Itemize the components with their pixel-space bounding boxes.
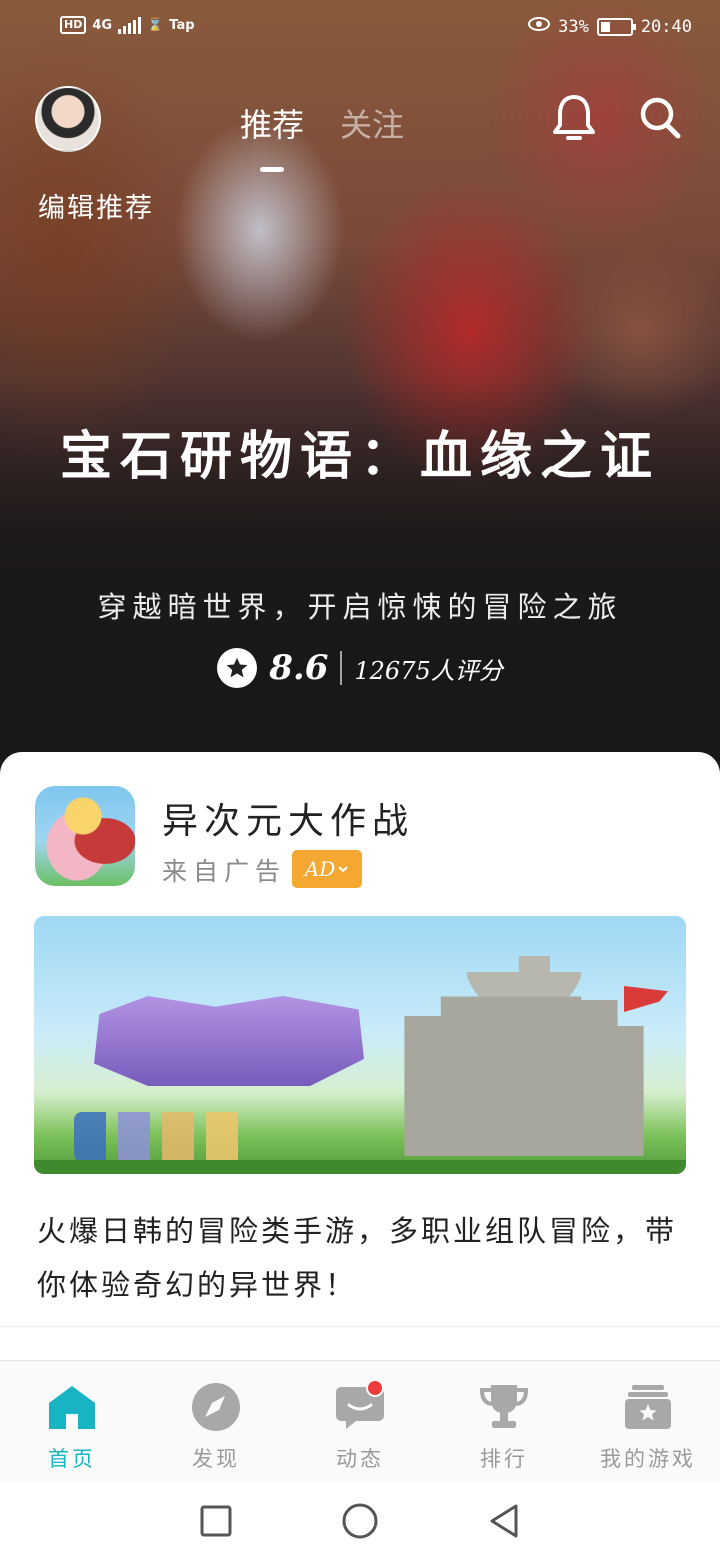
- battery-percent: 33%: [558, 16, 589, 37]
- featured-game-subtitle: 穿越暗世界，开启惊悚的冒险之旅: [97, 590, 623, 624]
- characters-artwork: [74, 1112, 274, 1162]
- user-avatar[interactable]: [35, 86, 101, 152]
- back-button[interactable]: [484, 1501, 524, 1541]
- nav-home[interactable]: 首页: [0, 1361, 144, 1483]
- game-library-icon: [622, 1381, 674, 1433]
- status-right-group: 33% 20:40: [528, 16, 692, 37]
- clock: 20:40: [640, 16, 692, 37]
- nav-ranking-label: 排行: [480, 1447, 528, 1471]
- rating-count: 12675人评分: [354, 656, 503, 685]
- rating-score: 8.6: [269, 648, 329, 688]
- featured-game-rating: 8.6 12675人评分: [0, 648, 720, 688]
- compass-icon: [190, 1381, 242, 1433]
- top-tab-bar: 推荐 关注: [240, 100, 404, 172]
- tab-follow-label: 关注: [340, 106, 405, 144]
- featured-game-title[interactable]: 宝石研物语：血缘之证: [40, 418, 680, 496]
- editor-pick-tag: 编辑推荐: [38, 193, 154, 224]
- hd-indicator: HD: [60, 16, 87, 34]
- nav-feed-label: 动态: [336, 1447, 384, 1471]
- system-navigation-bar: [0, 1482, 720, 1560]
- bottom-nav-bar: 首页 发现 动态 排行 我的游戏: [0, 1360, 720, 1482]
- card-divider: [0, 1326, 720, 1327]
- hourglass-icon: ⌛: [147, 17, 164, 33]
- notification-badge: [366, 1379, 384, 1397]
- home-button[interactable]: [340, 1501, 380, 1541]
- bell-icon: [553, 95, 595, 140]
- tap-indicator: Tap: [169, 17, 195, 33]
- tab-recommend-label: 推荐: [240, 106, 305, 144]
- nav-feed[interactable]: 动态: [288, 1361, 432, 1483]
- ad-source-label: 来自广告: [162, 857, 287, 886]
- status-bar: HD 4G ⌛ Tap 33% 20:40: [0, 0, 720, 58]
- eye-comfort-icon: [528, 16, 551, 37]
- castle-artwork: [404, 956, 644, 1156]
- ad-description: 火爆日韩的冒险类手游，多职业组队冒险，带你体验奇幻的异世界！: [37, 1214, 678, 1302]
- ad-badge-label: AD: [304, 857, 336, 881]
- nav-my-games-label: 我的游戏: [600, 1447, 696, 1471]
- app-name[interactable]: 异次元大作战: [162, 792, 414, 844]
- recents-button[interactable]: [196, 1501, 236, 1541]
- chevron-down-icon: [338, 866, 348, 873]
- battery-icon: [596, 17, 636, 36]
- star-icon: [217, 648, 258, 688]
- signal-icon: [118, 16, 142, 34]
- back-triangle-icon: [490, 1504, 518, 1538]
- nav-discover[interactable]: 发现: [144, 1361, 288, 1483]
- notification-bell-button[interactable]: [550, 92, 598, 144]
- trophy-icon: [478, 1381, 530, 1433]
- game-logo-artwork: [94, 996, 364, 1086]
- ground-artwork: [34, 1160, 686, 1174]
- nav-discover-label: 发现: [192, 1447, 240, 1471]
- flag-artwork: [624, 986, 668, 1012]
- ad-banner-image[interactable]: [34, 916, 686, 1174]
- ad-badge[interactable]: AD: [292, 850, 362, 888]
- chat-icon: [334, 1379, 386, 1433]
- nav-my-games[interactable]: 我的游戏: [576, 1361, 720, 1483]
- search-icon: [640, 97, 681, 139]
- tab-recommend[interactable]: 推荐: [240, 100, 305, 172]
- search-button[interactable]: [636, 92, 684, 144]
- ad-card[interactable]: 异次元大作战 来自广告 AD 火爆日韩的冒险类手游，多职业组队冒险，带你体验奇幻…: [0, 752, 720, 1362]
- circle-icon: [342, 1503, 378, 1539]
- nav-ranking[interactable]: 排行: [432, 1361, 576, 1483]
- home-icon: [46, 1381, 98, 1433]
- network-type: 4G: [92, 17, 113, 33]
- app-icon[interactable]: [35, 786, 135, 886]
- rating-divider: [340, 651, 343, 685]
- square-icon: [200, 1505, 232, 1537]
- active-tab-indicator: [260, 167, 285, 172]
- tab-follow[interactable]: 关注: [340, 100, 404, 146]
- nav-home-label: 首页: [48, 1447, 96, 1471]
- status-left-group: HD 4G ⌛ Tap: [60, 16, 195, 34]
